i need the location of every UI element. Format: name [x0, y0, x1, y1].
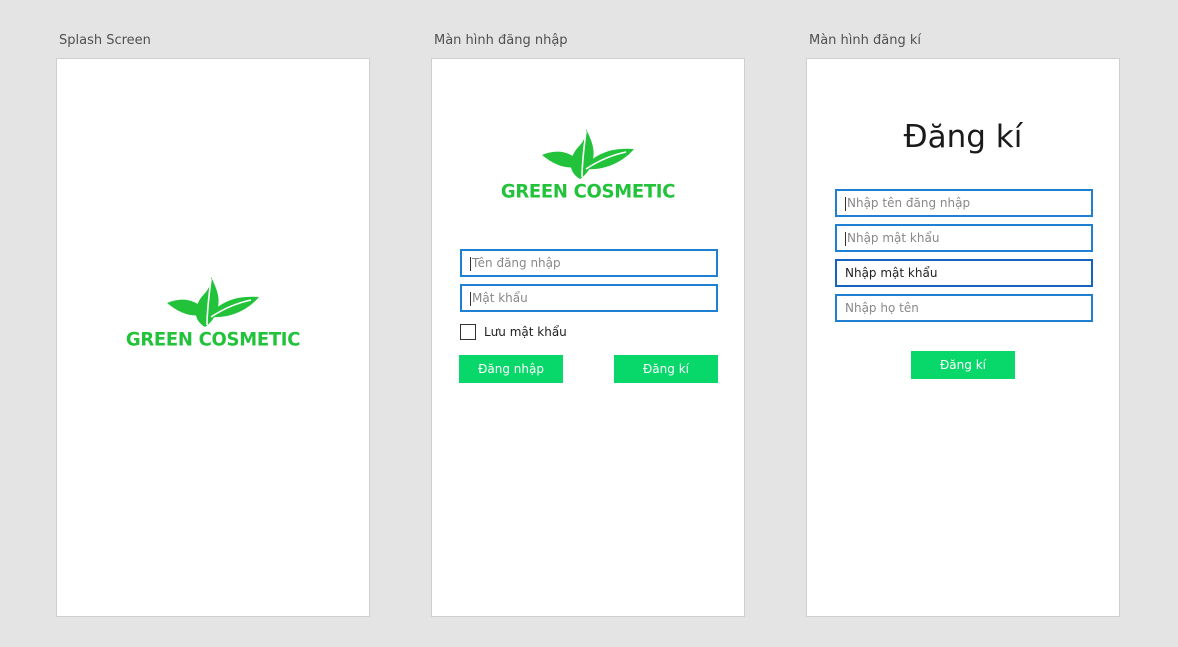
username-input[interactable]: Tên đăng nhập [460, 249, 718, 277]
login-button[interactable]: Đăng nhập [459, 355, 563, 383]
remember-password-checkbox[interactable] [460, 324, 476, 340]
register-fullname-placeholder: Nhập họ tên [845, 301, 919, 315]
register-submit-button[interactable]: Đăng kí [911, 351, 1015, 379]
login-artboard-title: Màn hình đăng nhập [434, 33, 568, 48]
password-input[interactable]: Mật khẩu [460, 284, 718, 312]
username-placeholder: Tên đăng nhập [472, 256, 561, 270]
register-confirm-password-input[interactable]: Nhập mật khẩu [835, 259, 1093, 287]
register-artboard-title: Màn hình đăng kí [809, 33, 921, 48]
register-password-input[interactable]: Nhập mật khẩu [835, 224, 1093, 252]
register-confirm-password-value: Nhập mật khẩu [845, 266, 938, 280]
brand-logo: GREEN COSMETIC [57, 271, 369, 351]
register-button[interactable]: Đăng kí [614, 355, 718, 383]
login-screen: GREEN COSMETIC Tên đăng nhập Mật khẩu Lư… [431, 58, 745, 617]
brand-logo: GREEN COSMETIC [432, 123, 744, 203]
register-screen: Đăng kí Nhập tên đăng nhập Nhập mật khẩu… [806, 58, 1120, 617]
register-heading: Đăng kí [903, 119, 1023, 155]
register-password-placeholder: Nhập mật khẩu [847, 231, 940, 245]
text-caret [470, 256, 471, 271]
text-caret [470, 291, 471, 306]
brand-name: GREEN COSMETIC [500, 180, 676, 203]
password-placeholder: Mật khẩu [472, 291, 528, 305]
register-username-placeholder: Nhập tên đăng nhập [847, 196, 971, 210]
text-caret [845, 196, 846, 211]
splash-artboard-title: Splash Screen [59, 33, 151, 48]
brand-name: GREEN COSMETIC [125, 328, 301, 351]
text-caret [845, 231, 846, 246]
register-username-input[interactable]: Nhập tên đăng nhập [835, 189, 1093, 217]
remember-password-label: Lưu mật khẩu [484, 325, 567, 339]
splash-screen: GREEN COSMETIC [56, 58, 370, 617]
leaf-icon [542, 129, 634, 179]
register-fullname-input[interactable]: Nhập họ tên [835, 294, 1093, 322]
leaf-icon [167, 277, 259, 327]
